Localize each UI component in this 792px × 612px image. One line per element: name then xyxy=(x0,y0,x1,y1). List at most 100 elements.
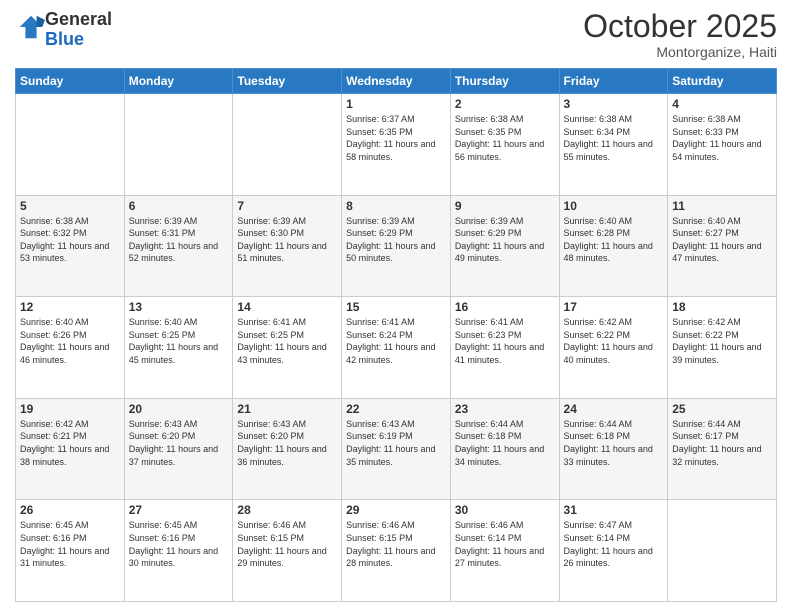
day-number: 27 xyxy=(129,503,229,517)
day-number: 20 xyxy=(129,402,229,416)
day-number: 4 xyxy=(672,97,772,111)
calendar-body: 1Sunrise: 6:37 AM Sunset: 6:35 PM Daylig… xyxy=(16,94,777,602)
logo-blue: Blue xyxy=(45,30,112,50)
calendar-cell xyxy=(16,94,125,196)
day-info: Sunrise: 6:39 AM Sunset: 6:31 PM Dayligh… xyxy=(129,215,229,265)
day-info: Sunrise: 6:38 AM Sunset: 6:33 PM Dayligh… xyxy=(672,113,772,163)
day-info: Sunrise: 6:40 AM Sunset: 6:28 PM Dayligh… xyxy=(564,215,664,265)
day-info: Sunrise: 6:45 AM Sunset: 6:16 PM Dayligh… xyxy=(129,519,229,569)
day-info: Sunrise: 6:38 AM Sunset: 6:32 PM Dayligh… xyxy=(20,215,120,265)
day-info: Sunrise: 6:43 AM Sunset: 6:20 PM Dayligh… xyxy=(129,418,229,468)
calendar-cell: 16Sunrise: 6:41 AM Sunset: 6:23 PM Dayli… xyxy=(450,297,559,399)
day-info: Sunrise: 6:43 AM Sunset: 6:19 PM Dayligh… xyxy=(346,418,446,468)
calendar-cell: 11 Sunrise: 6:40 AM Sunset: 6:27 PM Dayli… xyxy=(668,195,777,297)
day-info: Sunrise: 6:38 AM Sunset: 6:34 PM Dayligh… xyxy=(564,113,664,163)
calendar-cell: 13 Sunrise: 6:40 AM Sunset: 6:25 PM Dayli… xyxy=(124,297,233,399)
day-number: 30 xyxy=(455,503,555,517)
day-number: 25 xyxy=(672,402,772,416)
day-info: Sunrise: 6:46 AM Sunset: 6:14 PM Dayligh… xyxy=(455,519,555,569)
day-info: Sunrise: 6:40 AM Sunset: 6:27 PM Dayligh… xyxy=(672,215,772,265)
calendar-cell: 19 Sunrise: 6:42 AM Sunset: 6:21 PM Dayli… xyxy=(16,398,125,500)
col-monday: Monday xyxy=(124,69,233,94)
calendar-week-2: 12 Sunrise: 6:40 AM Sunset: 6:26 PM Dayli… xyxy=(16,297,777,399)
day-number: 17 xyxy=(564,300,664,314)
calendar-cell: 22 Sunrise: 6:43 AM Sunset: 6:19 PM Dayli… xyxy=(342,398,451,500)
day-info: Sunrise: 6:38 AM Sunset: 6:35 PM Dayligh… xyxy=(455,113,555,163)
col-friday: Friday xyxy=(559,69,668,94)
day-info: Sunrise: 6:42 AM Sunset: 6:21 PM Dayligh… xyxy=(20,418,120,468)
calendar-cell: 20 Sunrise: 6:43 AM Sunset: 6:20 PM Dayli… xyxy=(124,398,233,500)
day-info: Sunrise: 6:41 AM Sunset: 6:25 PM Dayligh… xyxy=(237,316,337,366)
day-number: 6 xyxy=(129,199,229,213)
day-number: 18 xyxy=(672,300,772,314)
title-block: October 2025 Montorganize, Haiti xyxy=(583,10,777,60)
calendar-cell: 24 Sunrise: 6:44 AM Sunset: 6:18 PM Dayli… xyxy=(559,398,668,500)
day-info: Sunrise: 6:44 AM Sunset: 6:18 PM Dayligh… xyxy=(455,418,555,468)
day-number: 24 xyxy=(564,402,664,416)
day-info: Sunrise: 6:43 AM Sunset: 6:20 PM Dayligh… xyxy=(237,418,337,468)
day-number: 13 xyxy=(129,300,229,314)
day-info: Sunrise: 6:42 AM Sunset: 6:22 PM Dayligh… xyxy=(672,316,772,366)
calendar-cell: 30 Sunrise: 6:46 AM Sunset: 6:14 PM Dayli… xyxy=(450,500,559,602)
calendar-week-3: 19 Sunrise: 6:42 AM Sunset: 6:21 PM Dayli… xyxy=(16,398,777,500)
col-saturday: Saturday xyxy=(668,69,777,94)
calendar-cell: 2Sunrise: 6:38 AM Sunset: 6:35 PM Daylig… xyxy=(450,94,559,196)
day-number: 11 xyxy=(672,199,772,213)
location: Montorganize, Haiti xyxy=(583,44,777,60)
calendar-cell: 1Sunrise: 6:37 AM Sunset: 6:35 PM Daylig… xyxy=(342,94,451,196)
calendar-cell xyxy=(124,94,233,196)
page: General Blue October 2025 Montorganize, … xyxy=(0,0,792,612)
logo-general: General xyxy=(45,10,112,30)
calendar-cell: 10 Sunrise: 6:40 AM Sunset: 6:28 PM Dayli… xyxy=(559,195,668,297)
days-of-week-row: Sunday Monday Tuesday Wednesday Thursday… xyxy=(16,69,777,94)
calendar-cell: 25 Sunrise: 6:44 AM Sunset: 6:17 PM Dayli… xyxy=(668,398,777,500)
calendar-cell: 31 Sunrise: 6:47 AM Sunset: 6:14 PM Dayli… xyxy=(559,500,668,602)
calendar-cell: 9Sunrise: 6:39 AM Sunset: 6:29 PM Daylig… xyxy=(450,195,559,297)
day-info: Sunrise: 6:40 AM Sunset: 6:25 PM Dayligh… xyxy=(129,316,229,366)
day-info: Sunrise: 6:46 AM Sunset: 6:15 PM Dayligh… xyxy=(346,519,446,569)
calendar-cell: 17 Sunrise: 6:42 AM Sunset: 6:22 PM Dayli… xyxy=(559,297,668,399)
month-title: October 2025 xyxy=(583,10,777,42)
day-number: 1 xyxy=(346,97,446,111)
day-number: 22 xyxy=(346,402,446,416)
calendar-cell: 3 Sunrise: 6:38 AM Sunset: 6:34 PM Daylig… xyxy=(559,94,668,196)
logo: General Blue xyxy=(15,10,112,50)
day-info: Sunrise: 6:42 AM Sunset: 6:22 PM Dayligh… xyxy=(564,316,664,366)
day-number: 26 xyxy=(20,503,120,517)
calendar-cell: 7Sunrise: 6:39 AM Sunset: 6:30 PM Daylig… xyxy=(233,195,342,297)
day-number: 19 xyxy=(20,402,120,416)
day-info: Sunrise: 6:44 AM Sunset: 6:18 PM Dayligh… xyxy=(564,418,664,468)
calendar-cell: 26Sunrise: 6:45 AM Sunset: 6:16 PM Dayli… xyxy=(16,500,125,602)
day-number: 28 xyxy=(237,503,337,517)
day-number: 16 xyxy=(455,300,555,314)
day-info: Sunrise: 6:44 AM Sunset: 6:17 PM Dayligh… xyxy=(672,418,772,468)
calendar-cell: 29Sunrise: 6:46 AM Sunset: 6:15 PM Dayli… xyxy=(342,500,451,602)
calendar-week-1: 5 Sunrise: 6:38 AM Sunset: 6:32 PM Daylig… xyxy=(16,195,777,297)
day-number: 21 xyxy=(237,402,337,416)
day-info: Sunrise: 6:39 AM Sunset: 6:29 PM Dayligh… xyxy=(346,215,446,265)
day-number: 3 xyxy=(564,97,664,111)
day-number: 12 xyxy=(20,300,120,314)
day-number: 15 xyxy=(346,300,446,314)
day-info: Sunrise: 6:40 AM Sunset: 6:26 PM Dayligh… xyxy=(20,316,120,366)
calendar-cell xyxy=(668,500,777,602)
day-number: 8 xyxy=(346,199,446,213)
calendar-week-0: 1Sunrise: 6:37 AM Sunset: 6:35 PM Daylig… xyxy=(16,94,777,196)
day-info: Sunrise: 6:47 AM Sunset: 6:14 PM Dayligh… xyxy=(564,519,664,569)
day-number: 7 xyxy=(237,199,337,213)
calendar-cell: 14 Sunrise: 6:41 AM Sunset: 6:25 PM Dayli… xyxy=(233,297,342,399)
day-info: Sunrise: 6:41 AM Sunset: 6:24 PM Dayligh… xyxy=(346,316,446,366)
day-number: 31 xyxy=(564,503,664,517)
calendar-cell: 27 Sunrise: 6:45 AM Sunset: 6:16 PM Dayli… xyxy=(124,500,233,602)
calendar-cell xyxy=(233,94,342,196)
day-number: 5 xyxy=(20,199,120,213)
calendar-cell: 12 Sunrise: 6:40 AM Sunset: 6:26 PM Dayli… xyxy=(16,297,125,399)
calendar-cell: 28Sunrise: 6:46 AM Sunset: 6:15 PM Dayli… xyxy=(233,500,342,602)
calendar-cell: 15 Sunrise: 6:41 AM Sunset: 6:24 PM Dayli… xyxy=(342,297,451,399)
calendar-cell: 18 Sunrise: 6:42 AM Sunset: 6:22 PM Dayli… xyxy=(668,297,777,399)
header: General Blue October 2025 Montorganize, … xyxy=(15,10,777,60)
day-number: 14 xyxy=(237,300,337,314)
calendar-cell: 4 Sunrise: 6:38 AM Sunset: 6:33 PM Daylig… xyxy=(668,94,777,196)
day-number: 10 xyxy=(564,199,664,213)
day-number: 9 xyxy=(455,199,555,213)
